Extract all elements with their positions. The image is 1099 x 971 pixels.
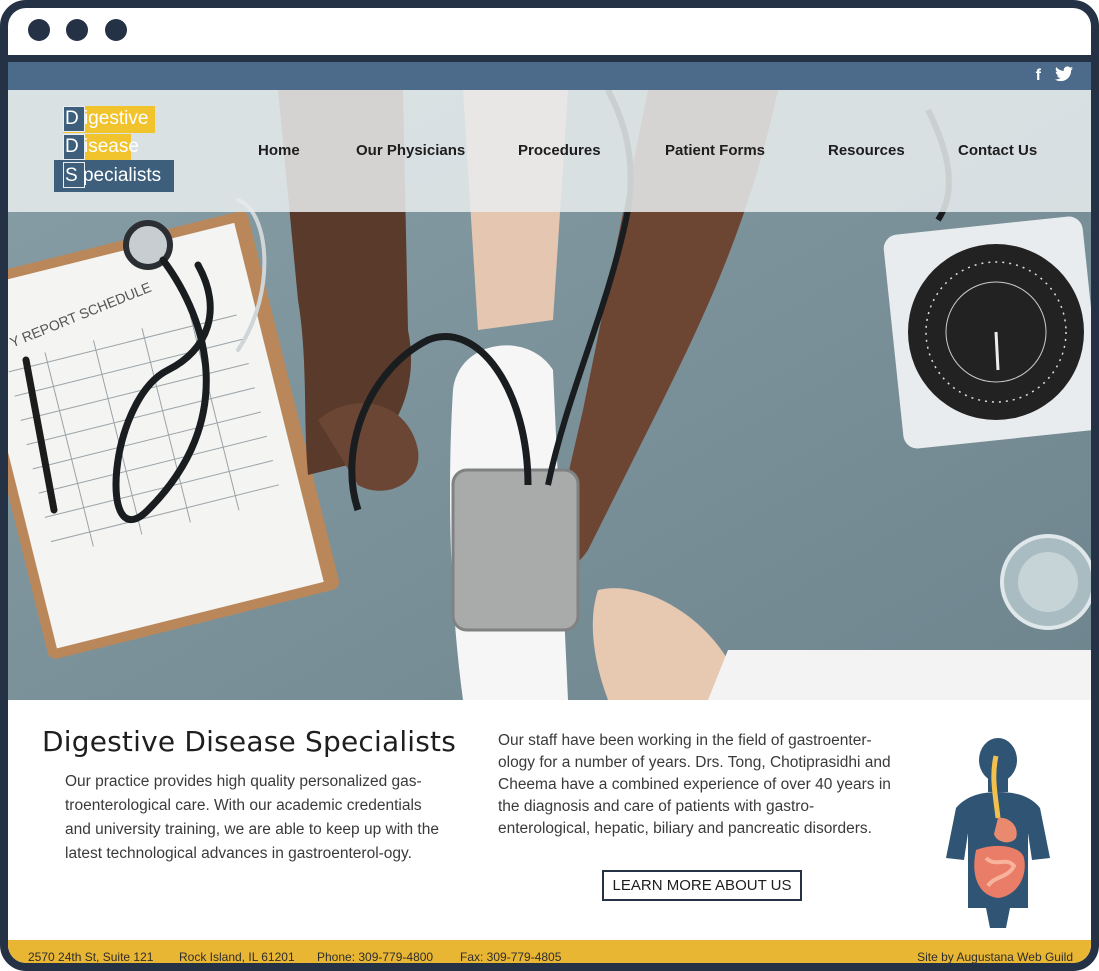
footer-address: 2570 24th St, Suite 121 [28, 950, 154, 963]
page-title: Digestive Disease Specialists [42, 725, 457, 758]
logo-line-3: S pecialists [65, 165, 162, 186]
website: f Y REPORT SCHEDULE D igestive D isease … [8, 62, 1091, 963]
intro-section: Digestive Disease Specialists Our practi… [8, 700, 1091, 940]
patient-shirt [708, 650, 1091, 700]
window-dot-close[interactable] [28, 19, 50, 41]
window-chrome [8, 8, 1091, 55]
browser-frame: f Y REPORT SCHEDULE D igestive D isease … [0, 0, 1099, 971]
window-dot-minimize[interactable] [66, 19, 88, 41]
logo-line-1: D igestive [65, 108, 149, 129]
nav-patient-forms[interactable]: Patient Forms [665, 142, 765, 159]
nav-contact-us[interactable]: Contact Us [958, 142, 1037, 159]
facebook-icon[interactable]: f [1036, 66, 1041, 88]
main-nav: Home Our Physicians Procedures Patient F… [8, 142, 1091, 164]
site-footer: 2570 24th St, Suite 121 Rock Island, IL … [8, 940, 1091, 963]
staff-description: Our staff have been working in the field… [498, 732, 891, 837]
practice-description: Our practice provides high quality perso… [65, 773, 439, 862]
nav-our-physicians[interactable]: Our Physicians [356, 142, 465, 159]
window-dot-maximize[interactable] [105, 19, 127, 41]
nav-band: D igestive D isease S pecialists Home Ou… [8, 90, 1091, 212]
nav-procedures[interactable]: Procedures [518, 142, 601, 159]
hero-image: Y REPORT SCHEDULE D igestive D isease S … [8, 90, 1091, 700]
nav-home[interactable]: Home [258, 142, 300, 159]
social-links: f [1036, 66, 1073, 88]
top-bar: f [8, 62, 1091, 90]
learn-more-button[interactable]: LEARN MORE ABOUT US [602, 870, 802, 901]
bp-cuff [451, 468, 580, 632]
footer-city: Rock Island, IL 61201 [179, 950, 295, 963]
nav-resources[interactable]: Resources [828, 142, 905, 159]
twitter-icon[interactable] [1055, 66, 1073, 88]
footer-credit[interactable]: Site by Augustana Web Guild [917, 950, 1073, 963]
footer-phone[interactable]: Phone: 309-779-4800 [317, 950, 433, 963]
digestive-system-icon [946, 738, 1050, 928]
footer-fax: Fax: 309-779-4805 [460, 950, 562, 963]
